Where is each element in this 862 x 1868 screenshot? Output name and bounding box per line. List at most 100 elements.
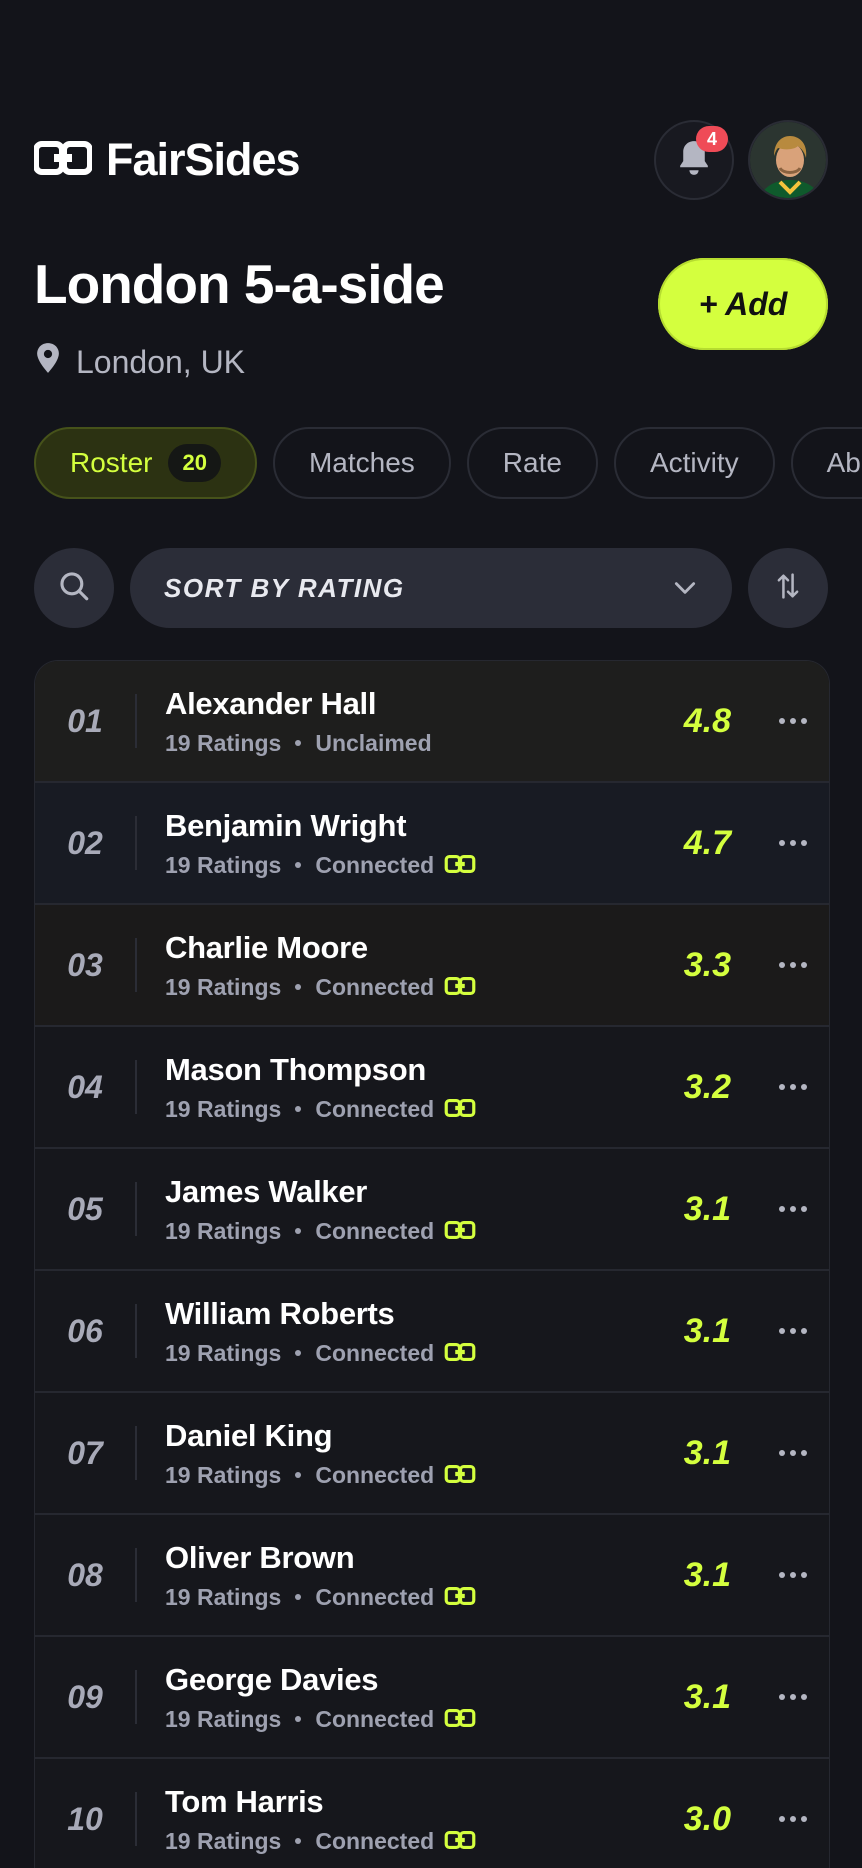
divider <box>135 1670 137 1724</box>
player-name: Benjamin Wright <box>165 807 407 843</box>
divider <box>135 938 137 992</box>
more-dot <box>790 840 796 846</box>
more-options-button[interactable] <box>757 701 829 741</box>
player-ratings-count: 19 Ratings <box>165 1217 282 1244</box>
player-row[interactable]: 02 Benjamin Wright 19 Ratings Connected … <box>35 783 829 905</box>
more-dot <box>779 1084 785 1090</box>
player-name: Charlie Moore <box>165 929 368 965</box>
more-dot <box>801 1694 807 1700</box>
divider <box>135 1304 137 1358</box>
player-rank: 09 <box>67 1678 103 1715</box>
player-info: Mason Thompson 19 Ratings Connected <box>165 1052 651 1123</box>
fairsides-logo-icon <box>33 140 93 180</box>
search-icon <box>57 569 91 608</box>
tab-rate[interactable]: Rate <box>466 427 598 499</box>
tab-roster[interactable]: Roster 20 <box>34 427 257 499</box>
player-meta: 19 Ratings Connected <box>165 1706 651 1733</box>
more-dot <box>779 718 785 724</box>
player-rating: 3.3 <box>683 945 731 984</box>
player-rating: 3.1 <box>683 1189 731 1228</box>
tab-label: Abo <box>826 447 862 478</box>
tab-activity[interactable]: Activity <box>613 427 775 499</box>
player-row[interactable]: 03 Charlie Moore 19 Ratings Connected 3.… <box>35 905 829 1027</box>
sort-direction-button[interactable] <box>748 548 828 628</box>
player-row[interactable]: 04 Mason Thompson 19 Ratings Connected 3… <box>35 1027 829 1149</box>
more-options-button[interactable] <box>757 945 829 985</box>
fairsides-connected-icon <box>444 1218 476 1245</box>
separator-dot <box>295 740 302 746</box>
player-meta: 19 Ratings Unclaimed <box>165 730 651 757</box>
player-meta: 19 Ratings Connected <box>165 974 651 1001</box>
add-button[interactable]: + Add <box>658 258 828 350</box>
separator-dot <box>295 1350 302 1356</box>
player-status: Connected <box>315 851 435 878</box>
player-ratings-count: 19 Ratings <box>165 1339 282 1366</box>
player-ratings-count: 19 Ratings <box>165 1583 282 1610</box>
player-name: George Davies <box>165 1661 379 1697</box>
player-rank: 07 <box>67 1434 103 1471</box>
user-avatar[interactable] <box>748 120 828 200</box>
player-rank: 04 <box>67 1068 103 1105</box>
notification-count-badge: 4 <box>696 126 728 152</box>
sort-label: SORT BY RATING <box>164 572 405 603</box>
tab-label: Activity <box>649 447 739 478</box>
player-row[interactable]: 10 Tom Harris 19 Ratings Connected 3.0 <box>35 1759 829 1868</box>
more-dot <box>779 1328 785 1334</box>
more-options-button[interactable] <box>757 1677 829 1717</box>
player-row[interactable]: 08 Oliver Brown 19 Ratings Connected 3.1 <box>35 1515 829 1637</box>
divider <box>135 816 137 870</box>
player-row[interactable]: 05 James Walker 19 Ratings Connected 3.1 <box>35 1149 829 1271</box>
more-dot <box>790 1694 796 1700</box>
roster-list: 01 Alexander Hall 19 Ratings Unclaimed 4… <box>34 660 830 1868</box>
more-dot <box>790 1206 796 1212</box>
player-status: Connected <box>315 973 435 1000</box>
app-header: FairSides 4 <box>33 120 828 200</box>
player-info: Tom Harris 19 Ratings Connected <box>165 1784 651 1855</box>
divider <box>135 1182 137 1236</box>
roster-count-badge: 20 <box>168 444 221 482</box>
separator-dot <box>295 1228 302 1234</box>
player-row[interactable]: 01 Alexander Hall 19 Ratings Unclaimed 4… <box>35 661 829 783</box>
fairsides-connected-icon <box>444 1828 476 1855</box>
separator-dot <box>295 862 302 868</box>
tab-matches[interactable]: Matches <box>272 427 451 499</box>
player-status: Unclaimed <box>315 729 432 756</box>
more-options-button[interactable] <box>757 1555 829 1595</box>
player-ratings-count: 19 Ratings <box>165 1705 282 1732</box>
player-rank: 08 <box>67 1556 103 1593</box>
player-row[interactable]: 07 Daniel King 19 Ratings Connected 3.1 <box>35 1393 829 1515</box>
more-dot <box>801 1816 807 1822</box>
player-info: Benjamin Wright 19 Ratings Connected <box>165 808 651 879</box>
header-actions: 4 <box>654 120 828 200</box>
more-dot <box>790 1328 796 1334</box>
more-dot <box>779 1694 785 1700</box>
more-options-button[interactable] <box>757 1067 829 1107</box>
tab-about[interactable]: Abo <box>790 427 862 499</box>
more-dot <box>801 1572 807 1578</box>
player-ratings-count: 19 Ratings <box>165 851 282 878</box>
more-options-button[interactable] <box>757 1311 829 1351</box>
more-dot <box>779 840 785 846</box>
more-options-button[interactable] <box>757 1433 829 1473</box>
more-options-button[interactable] <box>757 1799 829 1839</box>
player-meta: 19 Ratings Connected <box>165 1340 651 1367</box>
brand[interactable]: FairSides <box>33 134 301 186</box>
tab-label: Rate <box>502 447 562 478</box>
player-ratings-count: 19 Ratings <box>165 729 282 756</box>
location-text: London, UK <box>76 343 246 380</box>
search-button[interactable] <box>34 548 114 628</box>
player-name: Alexander Hall <box>165 685 377 721</box>
fairsides-connected-icon <box>444 1584 476 1611</box>
player-row[interactable]: 09 George Davies 19 Ratings Connected 3.… <box>35 1637 829 1759</box>
more-dot <box>801 1328 807 1334</box>
sort-dropdown[interactable]: SORT BY RATING <box>130 548 732 628</box>
player-rating: 4.8 <box>683 701 731 740</box>
more-dot <box>779 1206 785 1212</box>
player-row[interactable]: 06 William Roberts 19 Ratings Connected … <box>35 1271 829 1393</box>
more-options-button[interactable] <box>757 1189 829 1229</box>
more-options-button[interactable] <box>757 823 829 863</box>
player-info: Daniel King 19 Ratings Connected <box>165 1418 651 1489</box>
player-name: Oliver Brown <box>165 1539 355 1575</box>
player-info: William Roberts 19 Ratings Connected <box>165 1296 651 1367</box>
notifications-button[interactable]: 4 <box>654 120 734 200</box>
